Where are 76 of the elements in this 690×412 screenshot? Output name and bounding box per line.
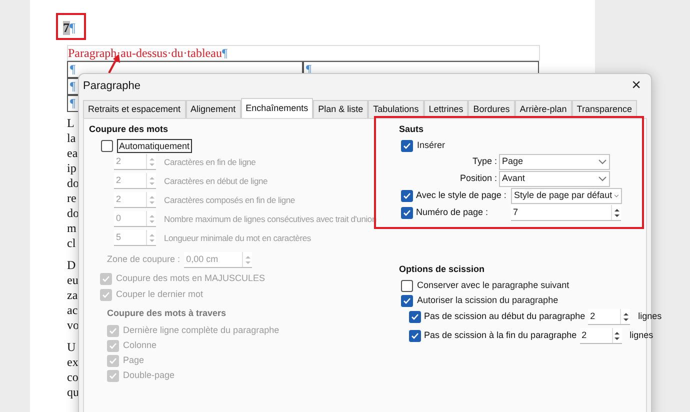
checkbox[interactable] bbox=[101, 140, 113, 152]
tab[interactable]: Enchaînements bbox=[240, 98, 314, 118]
text-fragment: L bbox=[67, 116, 76, 131]
text-fragment: D bbox=[67, 258, 77, 273]
chevron-icon bbox=[598, 159, 607, 165]
spin-field[interactable]: 7 bbox=[511, 205, 621, 221]
highlight-frame bbox=[56, 13, 86, 40]
text-fragment: ea bbox=[67, 146, 79, 161]
checkbox-label: Autoriser la scission du paragraphe bbox=[417, 294, 558, 307]
paragraph-heading: Paragraph·au-dessus·du·tableau bbox=[68, 45, 222, 62]
text-fragment: qu bbox=[67, 385, 79, 400]
checkbox-label: Insérer bbox=[417, 138, 446, 152]
checkbox-label: Automatiquement bbox=[117, 138, 192, 152]
dropdown-field[interactable]: Page bbox=[499, 154, 610, 170]
text-fragment: co bbox=[67, 370, 79, 385]
checkbox-label: Coupure des mots en MAJUSCULES bbox=[116, 272, 266, 285]
checkbox[interactable] bbox=[409, 330, 421, 342]
text-fragment: ex bbox=[67, 355, 79, 370]
checkbox-label: Page bbox=[123, 354, 144, 367]
pilcrow: ¶ bbox=[70, 19, 76, 37]
text-fragment: U bbox=[67, 340, 77, 355]
text-fragment: cl bbox=[67, 236, 77, 251]
tab[interactable]: Tabulations bbox=[368, 100, 424, 118]
field-label: Longueur minimale du mot en caractères bbox=[164, 232, 311, 244]
field-label: Position : bbox=[458, 172, 498, 186]
text-fragment: do bbox=[67, 176, 79, 191]
field-label: Pas de scission au début du paragraphe bbox=[423, 310, 586, 324]
tab[interactable]: Retraits et espacement bbox=[83, 100, 186, 118]
dropdown-field[interactable]: Style de page par défaut bbox=[511, 188, 622, 204]
section-heading: Coupure des mots bbox=[89, 123, 170, 136]
chevron-icon bbox=[598, 176, 607, 182]
stepper-icon[interactable] bbox=[612, 328, 622, 343]
stepper-icon[interactable] bbox=[611, 205, 621, 220]
text-fragment: ac bbox=[67, 303, 79, 318]
field-label: Avec le style de page : bbox=[415, 189, 508, 202]
text-fragment: re bbox=[67, 191, 78, 206]
text-fragment: do bbox=[67, 206, 79, 221]
dialog-title: Paragraphe bbox=[83, 78, 140, 94]
checkbox-label: Double-page bbox=[123, 368, 175, 382]
field-label: Numéro de page : bbox=[415, 206, 490, 220]
chevron-icon bbox=[614, 193, 619, 199]
text-fragment: la bbox=[67, 131, 77, 146]
text-fragment: ip bbox=[67, 161, 78, 176]
text-fragment: eu bbox=[67, 273, 79, 288]
text-fragment: m bbox=[67, 221, 78, 236]
checkbox-label: Couper le dernier mot bbox=[116, 288, 204, 301]
page-number: 7 bbox=[63, 20, 70, 35]
dropdown-field[interactable]: Avant bbox=[499, 171, 610, 187]
field-label: Pas de scission à la fin du paragraphe bbox=[423, 329, 578, 342]
spin-field[interactable]: 2 bbox=[588, 309, 630, 325]
checkbox-label: Colonne bbox=[123, 338, 157, 352]
close-button[interactable]: × bbox=[628, 78, 645, 94]
checkbox-label: Conserver avec le paragraphe suivant bbox=[417, 278, 570, 292]
checkbox[interactable] bbox=[409, 311, 421, 323]
section-heading: Sauts bbox=[399, 123, 425, 136]
unit-label: lignes bbox=[637, 310, 662, 324]
stepper-icon[interactable] bbox=[620, 309, 630, 324]
checkbox-label: Dernière ligne complète du paragraphe bbox=[123, 324, 280, 337]
checkbox[interactable] bbox=[401, 140, 413, 152]
field-label: Caractères composés en fin de ligne bbox=[164, 194, 295, 206]
tab[interactable]: Plan & liste bbox=[313, 100, 368, 118]
section-heading: Options de scission bbox=[399, 263, 486, 276]
field-label: Caractères en début de ligne bbox=[164, 174, 268, 188]
checkbox[interactable] bbox=[401, 280, 413, 292]
pilcrow: ¶ bbox=[222, 45, 228, 62]
tab[interactable]: Alignement bbox=[186, 100, 241, 118]
field-label: Type : bbox=[471, 155, 498, 168]
field-label: Zone de coupure : bbox=[107, 253, 180, 266]
checkbox[interactable] bbox=[401, 190, 413, 202]
spin-field[interactable]: 2 bbox=[580, 328, 622, 344]
section-heading: Coupure des mots à travers bbox=[106, 307, 228, 320]
unit-label: lignes bbox=[628, 329, 654, 342]
checkbox[interactable] bbox=[401, 294, 413, 306]
text-fragment: za bbox=[67, 288, 79, 303]
checkbox[interactable] bbox=[401, 207, 413, 219]
field-label: Caractères en fin de ligne bbox=[164, 156, 256, 168]
